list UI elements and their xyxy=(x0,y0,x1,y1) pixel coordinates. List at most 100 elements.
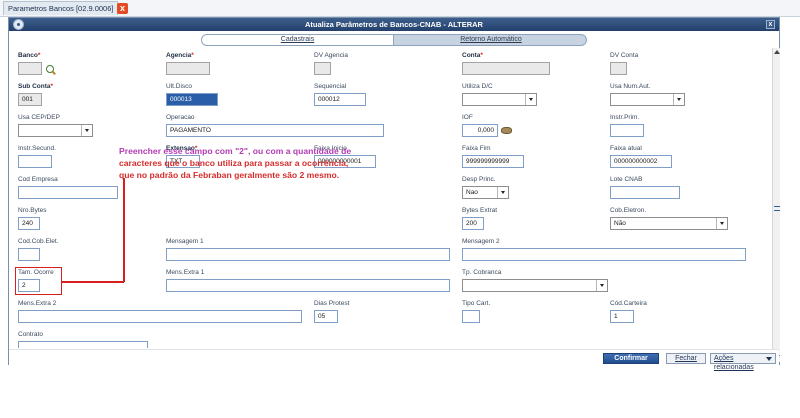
annotation-line3: que no padrão da Febraban geralmente são… xyxy=(119,170,340,180)
chevron-down-icon xyxy=(716,218,727,229)
tp-cobranca-select[interactable] xyxy=(462,279,608,292)
chevron-down-icon xyxy=(525,94,536,105)
agencia-field[interactable] xyxy=(166,62,210,75)
label-mens-extra1: Mens.Extra 1 xyxy=(166,269,205,276)
desp-princ-select[interactable]: Nao xyxy=(462,186,509,199)
label-nro-bytes: Nro.Bytes xyxy=(18,207,47,214)
app-icon xyxy=(13,19,24,30)
instr-secund-field[interactable] xyxy=(18,155,52,168)
label-instr-secund: Instr.Secund. xyxy=(18,145,56,152)
sub-conta-field[interactable]: 001 xyxy=(18,93,42,106)
mensagem2-field[interactable] xyxy=(462,248,746,261)
label-tp-cobranca: Tp. Cobranca xyxy=(462,269,502,276)
chevron-down-icon xyxy=(596,280,607,291)
label-faixa-fim: Faixa Fim xyxy=(462,145,491,152)
confirmar-button[interactable]: Confirmar xyxy=(603,353,659,364)
tab-retorno-automatico[interactable]: Retorno Automático xyxy=(395,35,586,45)
iof-field[interactable]: 0,000 xyxy=(462,124,498,137)
label-utiliza-dc: Utiliza D/C xyxy=(462,83,493,90)
dv-conta-field[interactable] xyxy=(610,62,627,75)
contrato-field[interactable] xyxy=(18,341,148,348)
cod-carteira-field[interactable]: 1 xyxy=(610,310,634,323)
faixa-atual-field[interactable]: 000000000002 xyxy=(610,155,672,168)
mens-extra2-field[interactable] xyxy=(18,310,302,323)
label-usa-cep-dep: Usa CEP/DEP xyxy=(18,114,60,121)
cod-empresa-field[interactable] xyxy=(18,186,118,199)
dialog-window: Atualiza Parâmetros de Bancos-CNAB - ALT… xyxy=(8,17,780,371)
dialog-title: Atualiza Parâmetros de Bancos-CNAB - ALT… xyxy=(305,20,483,29)
label-faixa-atual: Faixa atual xyxy=(610,145,642,152)
annotation-note: Preencher esse campo com "2", ou com a q… xyxy=(119,145,389,181)
mensagem1-field[interactable] xyxy=(166,248,450,261)
coins-icon[interactable] xyxy=(501,127,512,134)
usa-cep-dep-select[interactable] xyxy=(18,124,93,137)
dias-protest-field[interactable]: 05 xyxy=(314,310,338,323)
dialog-titlebar: Atualiza Parâmetros de Bancos-CNAB - ALT… xyxy=(9,18,779,31)
mens-extra1-field[interactable] xyxy=(166,279,450,292)
cod-cob-elet-field[interactable] xyxy=(18,248,40,261)
label-cob-eletron: Cob.Eletron. xyxy=(610,207,647,214)
tab-close-icon[interactable]: x xyxy=(117,3,128,14)
form-tabs: Cadastrais Retorno Automático xyxy=(201,34,587,46)
label-cod-cob-elet: Cod.Cob.Elet. xyxy=(18,238,59,245)
label-mens-extra2: Mens.Extra 2 xyxy=(18,300,57,307)
utiliza-dc-select[interactable] xyxy=(462,93,537,106)
label-iof: IOF xyxy=(462,114,473,121)
label-conta: Conta* xyxy=(462,52,483,59)
conta-field[interactable] xyxy=(462,62,550,75)
annotation-line1: Preencher esse campo com "2", ou com a q… xyxy=(119,146,352,156)
tab-parametros-bancos[interactable]: Parametros Bancos [02.9.0006] xyxy=(3,1,119,15)
label-usa-num-aut: Usa Num.Aut. xyxy=(610,83,651,90)
chevron-down-icon xyxy=(673,94,684,105)
form-content: Banco* Agencia* DV Agencia Conta* DV Con… xyxy=(10,48,768,348)
sequencial-field[interactable]: 000012 xyxy=(314,93,366,106)
annotation-highlight-box xyxy=(15,267,62,295)
lote-cnab-field[interactable] xyxy=(610,186,680,199)
operacao-field[interactable]: PAGAMENTO xyxy=(166,124,384,137)
label-instr-prim: Instr.Prim. xyxy=(610,114,640,121)
label-dv-agencia: DV Agencia xyxy=(314,52,348,59)
bytes-extrat-field[interactable]: 200 xyxy=(462,217,484,230)
label-sub-conta: Sub Conta* xyxy=(18,83,54,90)
chevron-down-icon xyxy=(81,125,92,136)
label-sequencial: Sequencial xyxy=(314,83,347,90)
search-icon[interactable] xyxy=(46,65,54,73)
label-cod-carteira: Cód.Carteira xyxy=(610,300,647,307)
chevron-down-icon xyxy=(497,187,508,198)
label-lote-cnab: Lote CNAB xyxy=(610,176,643,183)
label-dias-protest: Dias Protest xyxy=(314,300,350,307)
label-bytes-extrat: Bytes Extrat xyxy=(462,207,498,214)
banco-field[interactable] xyxy=(18,62,42,75)
acoes-relacionadas-button[interactable]: Ações relacionadas xyxy=(710,353,776,371)
usa-num-aut-select[interactable] xyxy=(610,93,685,106)
nro-bytes-field[interactable]: 240 xyxy=(18,217,40,230)
dialog-footer: Confirmar Fechar Ações relacionadas xyxy=(9,349,779,371)
annotation-line2: caracteres que o banco utiliza para pass… xyxy=(119,158,349,168)
browser-tab-bar: Parametros Bancos [02.9.0006] x xyxy=(0,0,800,17)
label-mensagem2: Mensagem 2 xyxy=(462,238,500,245)
dv-agencia-field[interactable] xyxy=(314,62,331,75)
label-desp-princ: Desp Princ. xyxy=(462,176,496,183)
label-cod-empresa: Cod Empresa xyxy=(18,176,58,183)
scroll-grip-icon[interactable] xyxy=(774,206,780,211)
fechar-button[interactable]: Fechar xyxy=(666,353,706,364)
label-operacao: Operacao xyxy=(166,114,195,121)
cob-eletron-select[interactable]: Não xyxy=(610,217,728,230)
scroll-up-icon[interactable] xyxy=(774,50,780,54)
label-ult-disco: Ult.Disco xyxy=(166,83,193,90)
instr-prim-field[interactable] xyxy=(610,124,644,137)
label-mensagem1: Mensagem 1 xyxy=(166,238,204,245)
faixa-fim-field[interactable]: 999999999999 xyxy=(462,155,524,168)
ult-disco-field[interactable]: 000013 xyxy=(166,93,218,106)
label-banco: Banco* xyxy=(18,52,41,59)
label-agencia: Agencia* xyxy=(166,52,194,59)
label-tipo-cart: Tipo Cart. xyxy=(462,300,491,307)
tab-cadastrais[interactable]: Cadastrais xyxy=(202,35,394,45)
dialog-close-icon[interactable]: x xyxy=(766,20,775,29)
vertical-scrollbar[interactable] xyxy=(772,48,780,362)
annotation-connector-horizontal xyxy=(61,281,124,283)
annotation-connector-vertical xyxy=(123,178,125,282)
label-dv-conta: DV Conta xyxy=(610,52,639,59)
label-contrato: Contrato xyxy=(18,331,43,338)
tipo-cart-field[interactable] xyxy=(462,310,480,323)
